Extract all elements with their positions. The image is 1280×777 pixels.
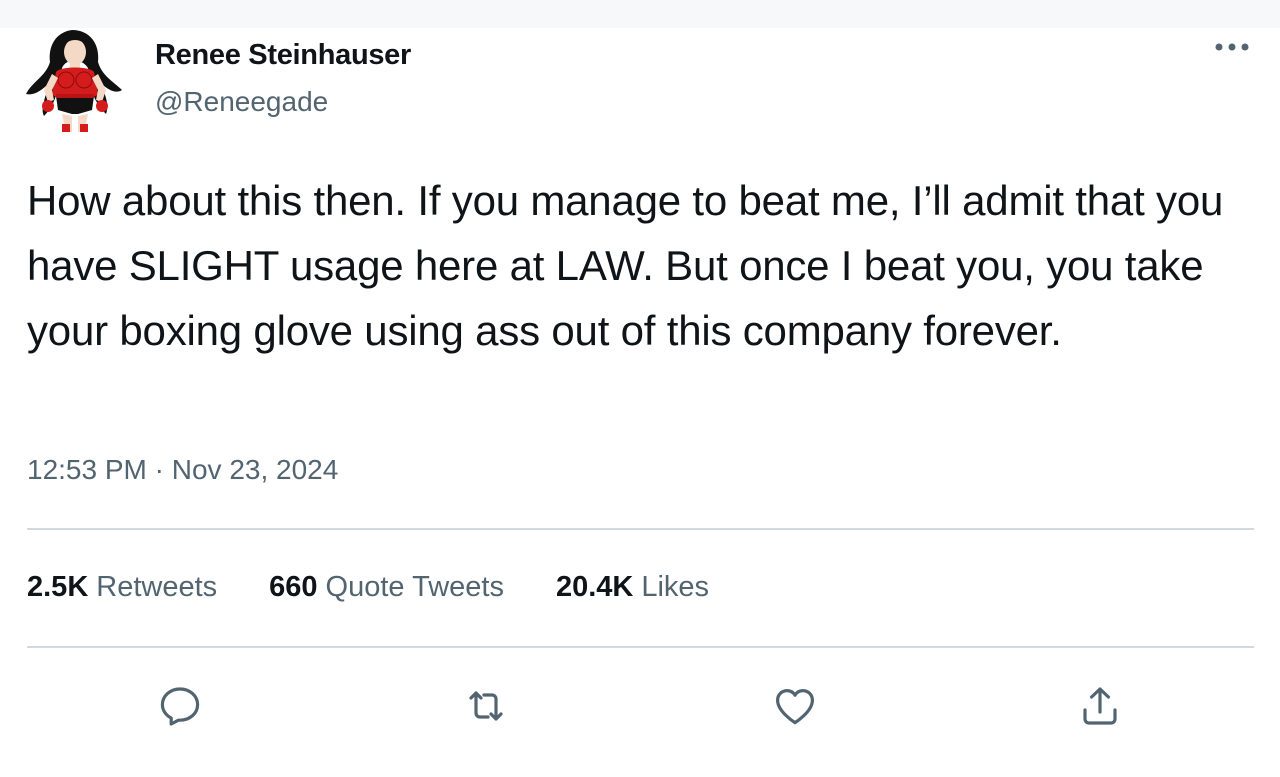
anime-character-avatar-icon: [26, 30, 122, 132]
tweet-time[interactable]: 12:53 PM: [27, 454, 147, 485]
author-display-name[interactable]: Renee Steinhauser: [155, 39, 411, 72]
retweet-icon: [469, 691, 503, 721]
reply-button[interactable]: [150, 676, 210, 736]
likes-label: Likes: [641, 571, 710, 603]
more-dots-icon: [1215, 43, 1249, 51]
like-button[interactable]: [765, 676, 825, 736]
reply-icon: [160, 687, 200, 726]
likes-count: 20.4K: [555, 571, 634, 603]
author-handle[interactable]: @Reneegade: [155, 86, 328, 118]
avatar[interactable]: [26, 28, 124, 132]
timestamp-separator: ·: [154, 454, 164, 485]
divider-top: [27, 528, 1254, 530]
tweet-text: How about this then. If you manage to be…: [27, 177, 1224, 354]
quote-tweets-label: Quote Tweets: [325, 571, 504, 603]
quote-tweets-stat[interactable]: 660 Quote Tweets: [269, 571, 504, 604]
retweet-button[interactable]: [456, 676, 516, 736]
tweet-stats: 2.5K Retweets 660 Quote Tweets 20.4K Likes: [27, 571, 761, 611]
share-button[interactable]: [1070, 676, 1130, 736]
top-strip: [0, 0, 1280, 28]
tweet-date[interactable]: Nov 23, 2024: [172, 454, 339, 485]
like-icon: [776, 689, 814, 725]
share-icon: [1083, 687, 1117, 725]
action-bar: [0, 676, 1280, 736]
retweets-label: Retweets: [96, 571, 218, 603]
more-options-button[interactable]: [1210, 32, 1254, 62]
retweets-stat[interactable]: 2.5K Retweets: [27, 571, 217, 604]
likes-stat[interactable]: 20.4K Likes: [556, 571, 709, 604]
quote-tweets-count: 660: [269, 571, 318, 603]
divider-bottom: [27, 646, 1254, 648]
tweet-timestamp: 12:53 PM · Nov 23, 2024: [27, 454, 338, 486]
tweet-card: Renee Steinhauser @Reneegade How about t…: [0, 28, 1280, 777]
retweets-count: 2.5K: [27, 571, 89, 603]
